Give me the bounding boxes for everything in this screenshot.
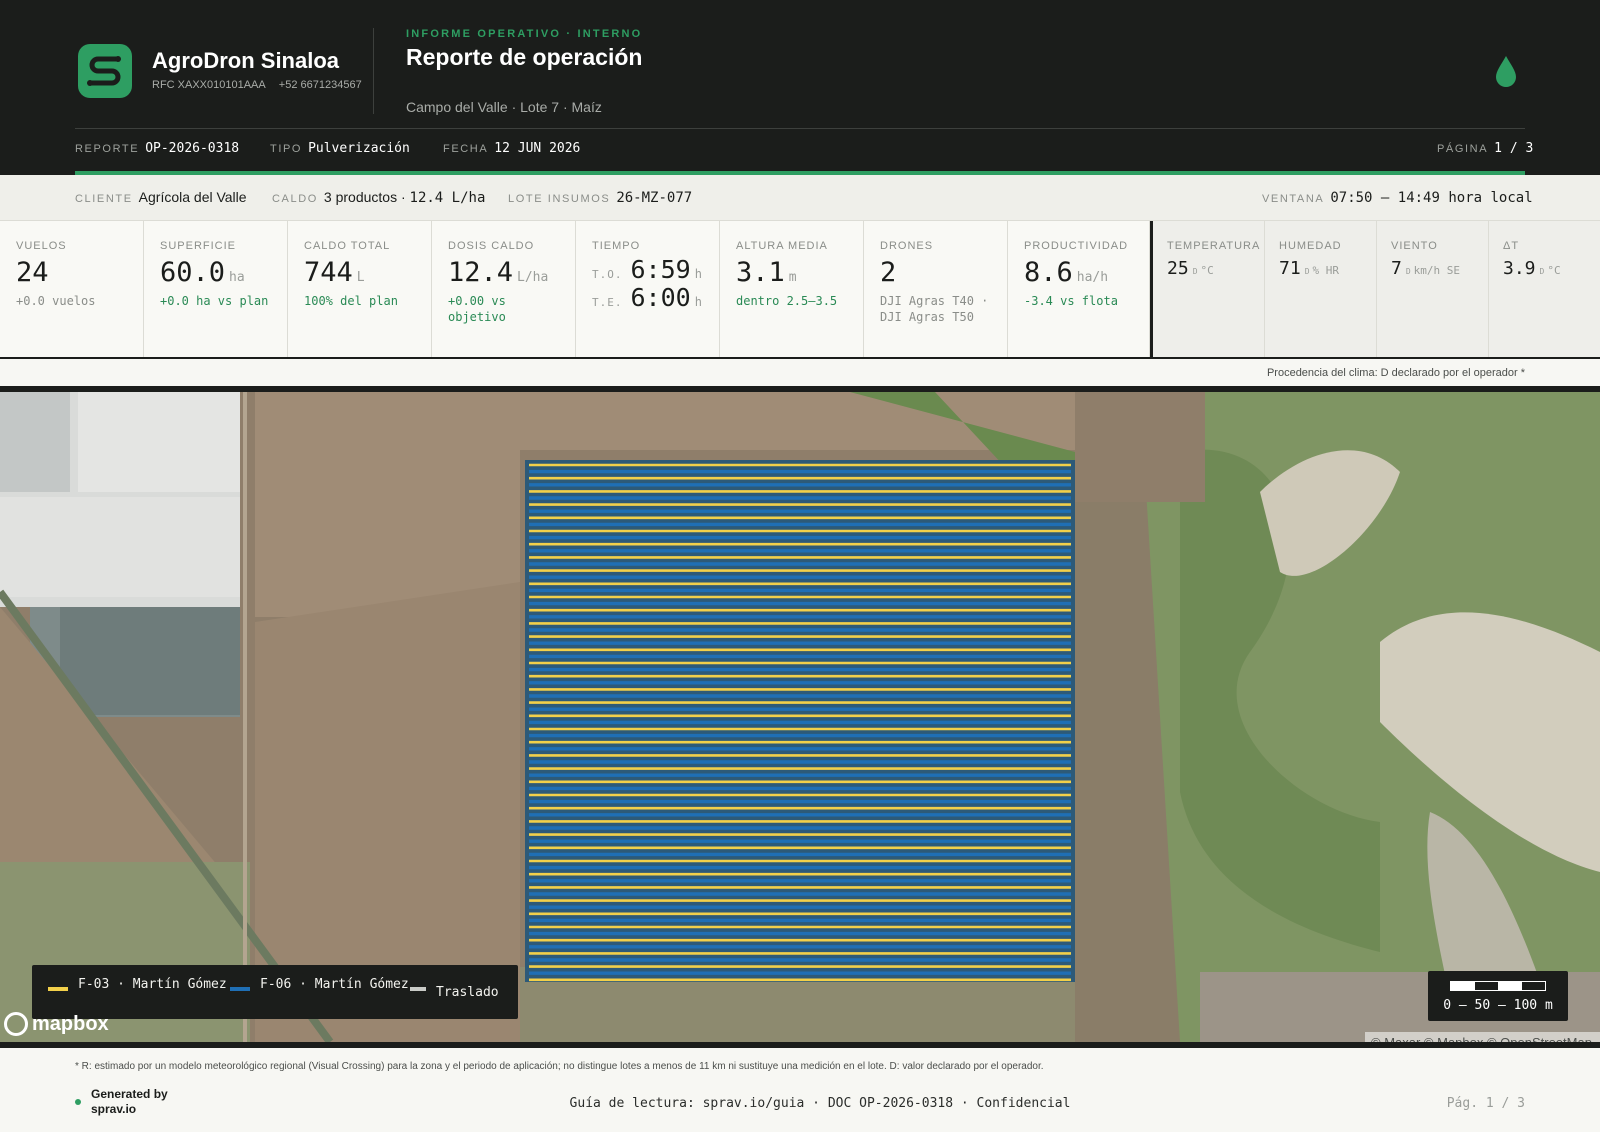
company-logo <box>78 44 132 98</box>
kpi-productividad: PRODUCTIVIDAD 8.6 ha/h -3.4 vs flota <box>1008 221 1150 357</box>
footer-reference: Guía de lectura: sprav.io/guia · DOC OP-… <box>569 1096 1071 1111</box>
meta-report: REPORTE OP-2026-0318 <box>75 141 240 156</box>
mapbox-icon <box>4 1012 28 1036</box>
weather-viento: VIENTO 7 Dkm/h SE <box>1377 221 1489 357</box>
company-name: AgroDron Sinaloa <box>152 48 340 73</box>
legend-swatch-f06 <box>230 987 250 991</box>
logo-icon <box>87 56 121 86</box>
weather-source-note: Procedencia del clima: D declarado por e… <box>1266 367 1525 379</box>
kpi-superficie: SUPERFICIE 60.0 ha +0.0 ha vs plan <box>144 221 288 357</box>
water-drop-icon <box>1496 56 1516 87</box>
status-dot-icon <box>75 1099 81 1105</box>
company-phone: +52 6671234567 <box>278 79 362 91</box>
kpi-dosis: DOSIS CALDO 12.4 L/ha +0.00 vs objetivo <box>432 221 576 357</box>
header-rule <box>75 128 1525 129</box>
doc-kicker: INFORME OPERATIVO · INTERNO <box>406 28 643 40</box>
legend-item-f03: F-03 · Martín Gómez <box>48 975 228 993</box>
company-meta: RFC XAXX010101AAA +52 6671234567 <box>152 79 372 91</box>
legend-item-f06: F-06 · Martín Gómez <box>230 975 410 993</box>
report-header: AgroDron Sinaloa RFC XAXX010101AAA +52 6… <box>0 0 1600 175</box>
map-legend: F-03 · Martín Gómez F-06 · Martín Gómez … <box>32 965 518 1019</box>
kpi-row: VUELOS 24 +0.0 vuelos SUPERFICIE 60.0 ha … <box>0 221 1600 359</box>
tiempo-te: T.E. 6:00 h <box>592 283 702 312</box>
weather-humedad: HUMEDAD 71 D% HR <box>1265 221 1377 357</box>
meta-page: PÁGINA 1 / 3 <box>1437 141 1534 156</box>
legend-swatch-f03 <box>48 987 68 991</box>
company-rfc: RFC XAXX010101AAA <box>152 79 266 91</box>
operation-map[interactable]: F-03 · Martín Gómez F-06 · Martín Gómez … <box>0 386 1600 1048</box>
legend-swatch-traslado <box>410 987 426 991</box>
map-credits[interactable]: © Maxar © Mapbox © OpenStreetMap <box>1365 1032 1600 1042</box>
doc-subtitle: Campo del Valle · Lote 7 · Maíz <box>406 99 602 115</box>
scale-label: 0 – 50 – 100 m <box>1443 998 1553 1013</box>
weather-footnote: * R: estimado por un modelo meteorológic… <box>75 1061 1044 1072</box>
kpi-drones: DRONES 2 DJI Agras T40 · DJI Agras T50 <box>864 221 1008 357</box>
footer-page-number: Pág. 1 / 3 <box>1446 1096 1525 1111</box>
client-caldo: CALDO 3 productos · 12.4 L/ha <box>272 189 486 206</box>
meta-type: TIPO Pulverización <box>270 141 410 156</box>
weather-divider <box>1150 221 1153 359</box>
header-divider <box>373 28 374 114</box>
scale-bar <box>1450 981 1546 991</box>
kpi-caldo-total: CALDO TOTAL 744 L 100% del plan <box>288 221 432 357</box>
weather-delta-t: ΔT 3.9 D °C <box>1489 221 1600 357</box>
map-scale: 0 – 50 – 100 m <box>1428 971 1568 1021</box>
client-window: VENTANA 07:50 – 14:49 hora local <box>1262 190 1533 206</box>
kpi-tiempo: TIEMPO T.O. 6:59 h T.E. 6:00 h <box>576 221 720 357</box>
mapbox-logo[interactable]: mapbox <box>4 1012 109 1036</box>
kpi-altura: ALTURA MEDIA 3.1 m dentro 2.5–3.5 <box>720 221 864 357</box>
tiempo-to: T.O. 6:59 h <box>592 255 702 284</box>
weather-temperatura: TEMPERATURA 25 D °C <box>1153 221 1265 357</box>
spray-swath-map <box>525 460 1075 982</box>
meta-date: FECHA 12 JUN 2026 <box>443 141 581 156</box>
kpi-vuelos: VUELOS 24 +0.0 vuelos <box>0 221 144 357</box>
client-lote: LOTE INSUMOS 26-MZ-077 <box>508 190 693 206</box>
client-name: CLIENTE Agrícola del Valle <box>75 189 247 205</box>
legend-item-traslado: Traslado <box>410 983 516 1001</box>
client-bar: CLIENTE Agrícola del Valle CALDO 3 product… <box>0 175 1600 221</box>
doc-title: Reporte de operación <box>406 44 643 70</box>
